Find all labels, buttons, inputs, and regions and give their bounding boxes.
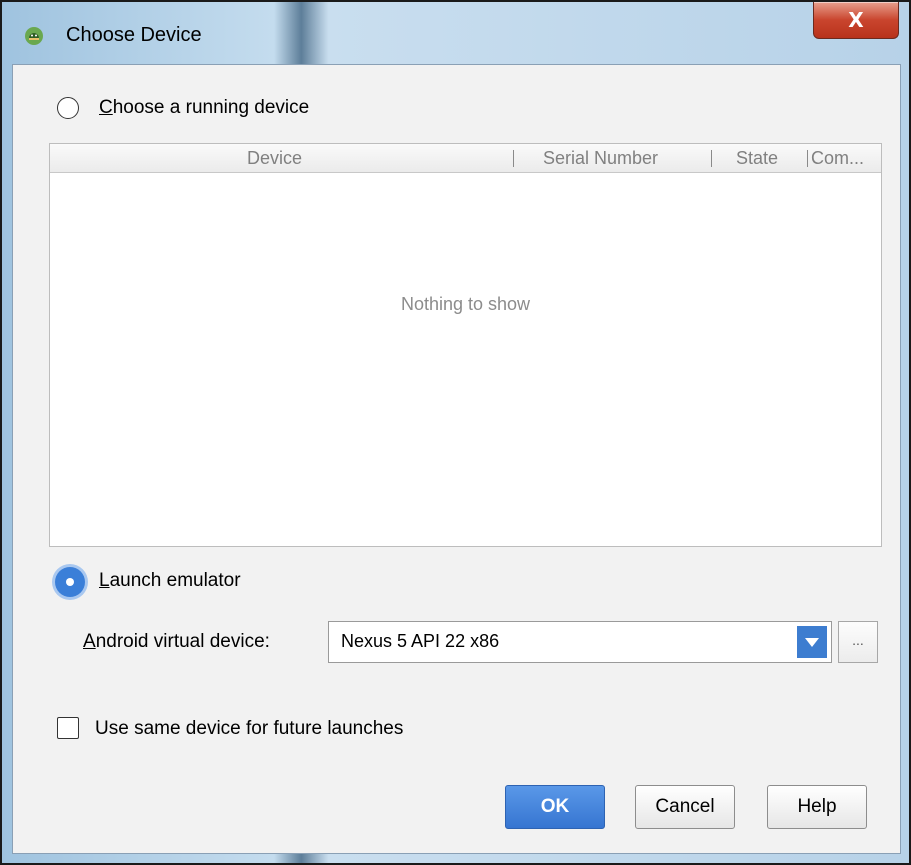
avd-browse-button[interactable]: ... [838,621,878,663]
android-icon [25,27,43,45]
dialog-content: Choose a running device Device Serial Nu… [12,64,901,854]
avd-dropdown[interactable]: Nexus 5 API 22 x86 [328,621,832,663]
column-header-state[interactable]: State [736,148,778,169]
column-header-compatible[interactable]: Com... [811,148,864,169]
title-bar: Choose Device X [2,2,909,64]
table-header: Device Serial Number State Com... [50,144,881,173]
avd-selected-value: Nexus 5 API 22 x86 [341,631,500,651]
running-device-radio[interactable] [57,97,79,119]
column-header-device[interactable]: Device [247,148,302,169]
column-header-serial-number[interactable]: Serial Number [543,148,658,169]
help-button[interactable]: Help [767,785,867,829]
column-separator[interactable] [711,150,712,167]
close-button[interactable]: X [813,2,899,39]
column-separator[interactable] [513,150,514,167]
chevron-down-icon[interactable] [797,626,827,658]
close-icon: X [848,8,864,32]
same-device-checkbox[interactable] [57,717,79,739]
launch-emulator-label[interactable]: Launch emulator [99,570,241,592]
ok-button[interactable]: OK [505,785,605,829]
empty-table-message: Nothing to show [400,294,531,314]
running-device-label[interactable]: Choose a running device [99,97,309,119]
cancel-button[interactable]: Cancel [635,785,735,829]
same-device-label[interactable]: Use same device for future launches [95,718,403,740]
column-separator[interactable] [807,150,808,167]
window-title: Choose Device [66,24,202,46]
launch-emulator-radio[interactable] [55,567,85,597]
device-table[interactable]: Device Serial Number State Com... Nothin… [49,143,882,547]
dialog-window: Choose Device X Choose a running device … [0,0,911,865]
avd-label: Android virtual device: [83,631,270,652]
